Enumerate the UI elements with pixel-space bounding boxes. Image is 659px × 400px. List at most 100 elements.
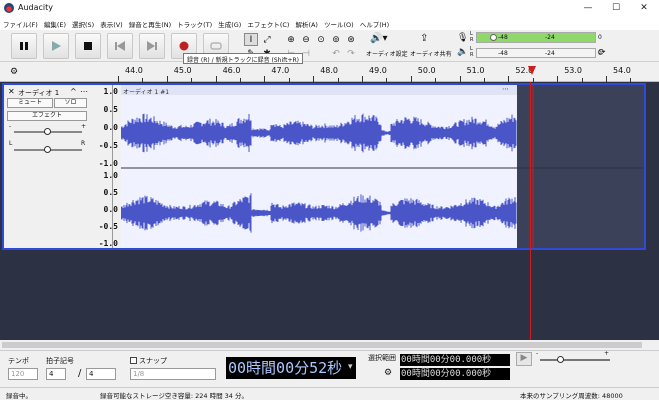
menu-tracks[interactable]: トラック(T)	[174, 17, 215, 30]
zoom-fit-icon[interactable]: ⊚	[329, 33, 343, 46]
selection-end-field[interactable]: 00時間00分00.000秒	[400, 368, 510, 380]
close-button[interactable]: ✕	[630, 0, 658, 17]
scrollbar-thumb[interactable]	[2, 342, 642, 348]
mute-button[interactable]: ミュート	[7, 98, 53, 108]
envelope-tool-icon[interactable]: ⤢	[260, 33, 274, 46]
ruler-tick-label: 45.0	[173, 66, 192, 75]
snap-label: スナップ	[139, 357, 167, 365]
time-display-dropdown-icon[interactable]: ▾	[348, 362, 353, 372]
minimize-button[interactable]: —	[574, 0, 602, 17]
pan-right-label: R	[81, 140, 86, 147]
snap-select[interactable]: 1/8	[130, 368, 216, 380]
vertical-scale-label: -0.5	[98, 141, 118, 150]
tempo-input[interactable]: 120	[8, 368, 38, 380]
stop-icon	[84, 42, 92, 50]
zoom-in-icon[interactable]: ⊕	[284, 33, 298, 46]
gain-slider-knob[interactable]	[44, 128, 51, 135]
waveform-view[interactable]	[121, 85, 644, 248]
menu-bar: ファイル(F) 編集(E) 選択(S) 表示(V) 録音と再生(N) トラック(…	[0, 17, 659, 30]
play-meter-r-label: R	[470, 52, 474, 58]
pan-left-label: L	[9, 140, 13, 147]
playhead-marker-icon[interactable]	[528, 66, 536, 75]
pause-button[interactable]	[11, 33, 37, 59]
menu-tools[interactable]: ツール(O)	[321, 17, 357, 30]
vertical-scale-label: 1.0	[103, 171, 118, 180]
vertical-scale-label: 0.0	[103, 123, 118, 132]
play-at-speed-button[interactable]: ▶	[516, 352, 532, 366]
playback-speaker-icon: 🔈	[457, 47, 469, 57]
undo-icon[interactable]: ↶	[329, 47, 343, 60]
vertical-scale-bottom: 1.0 0.5 0.0 -0.5 -1.0	[92, 169, 118, 249]
playback-meter[interactable]	[476, 48, 596, 58]
record-meter-tick: -48	[498, 34, 508, 41]
timeline-ruler[interactable]: ⚙ 44.0 45.0 46.0 47.0 48.0 49.0 50.0 51.0 52.0 53…	[0, 62, 659, 82]
playback-speed-slider[interactable]	[540, 359, 610, 361]
vertical-scale-top: 1.0 0.5 0.0 -0.5 -1.0	[92, 85, 118, 169]
time-signature-denominator[interactable]: 4	[86, 368, 116, 380]
stop-button[interactable]	[75, 33, 101, 59]
tracks-area[interactable]: ✕ オーディオ 1 ^ ⋯ ミュート ソロ エフェクト - + L R 1.0 0…	[0, 82, 659, 340]
ruler-tick-label: 53.0	[564, 66, 582, 75]
audio-track[interactable]: ✕ オーディオ 1 ^ ⋯ ミュート ソロ エフェクト - + L R 1.0 0…	[2, 83, 646, 250]
record-meter-tick: -24	[545, 34, 555, 41]
time-signature-numerator[interactable]: 4	[46, 368, 66, 380]
audio-setup-button[interactable]: オーディオ設定	[366, 49, 408, 58]
vertical-scale-label: -1.0	[98, 239, 118, 248]
record-meter-slider-knob[interactable]	[490, 34, 497, 41]
menu-view[interactable]: 表示(V)	[97, 17, 126, 30]
zoom-selection-icon[interactable]: ⊙	[314, 33, 328, 46]
record-icon	[179, 41, 189, 51]
clip-menu-icon[interactable]: ⋯	[502, 85, 509, 93]
status-text: 録音中。	[6, 392, 32, 400]
menu-help[interactable]: ヘルプ(H)	[357, 17, 392, 30]
share-audio-button[interactable]: オーディオ共有	[410, 49, 452, 58]
gain-minus-label: -	[9, 123, 12, 130]
menu-transport[interactable]: 録音と再生(N)	[126, 17, 174, 30]
skip-end-button[interactable]	[139, 33, 165, 59]
tempo-label: テンポ	[8, 357, 29, 365]
maximize-button[interactable]: ☐	[602, 0, 630, 17]
zoom-out-icon[interactable]: ⊖	[299, 33, 313, 46]
track-menu-icon[interactable]: ⋯	[80, 87, 88, 96]
track-name[interactable]: オーディオ 1	[18, 88, 59, 98]
horizontal-scrollbar[interactable]	[0, 340, 659, 350]
timeline-settings-gear-icon[interactable]: ⚙	[10, 67, 18, 77]
window-title: Audacity	[18, 3, 54, 12]
audio-setup-speaker-icon[interactable]: 🔊▾	[370, 33, 387, 44]
clip-title[interactable]: オーディオ 1 #1	[123, 87, 169, 96]
play-meter-tick: -48	[498, 50, 508, 57]
menu-file[interactable]: ファイル(F)	[0, 17, 41, 30]
selection-start-field[interactable]: 00時間00分00.000秒	[400, 354, 510, 366]
time-display[interactable]: 00時間00分52秒	[226, 357, 356, 379]
skip-start-button[interactable]	[107, 33, 133, 59]
selection-settings-gear-icon[interactable]: ⚙	[384, 368, 392, 378]
track-collapse-icon[interactable]: ^	[70, 87, 77, 96]
menu-generate[interactable]: 生成(G)	[215, 17, 244, 30]
vertical-scale-label: 1.0	[103, 87, 118, 96]
record-tooltip: 録音 (R) / 新規トラックに録音 (Shift+R)	[183, 53, 304, 64]
pan-slider-knob[interactable]	[44, 146, 51, 153]
menu-effect[interactable]: エフェクト(C)	[244, 17, 292, 30]
redo-icon[interactable]: ↷	[344, 47, 358, 60]
ruler-tick-label: 49.0	[369, 66, 387, 75]
snap-checkbox[interactable]	[130, 357, 137, 364]
play-button[interactable]	[43, 33, 69, 59]
vertical-scale-label: -1.0	[98, 159, 118, 168]
vertical-scale-label: 0.5	[103, 188, 118, 197]
effects-button[interactable]: エフェクト	[7, 111, 87, 121]
selection-tool-icon[interactable]: I	[244, 33, 258, 46]
loop-icon	[210, 42, 222, 50]
menu-edit[interactable]: 編集(E)	[41, 17, 69, 30]
playback-volume-icon[interactable]: ⟳	[598, 48, 606, 58]
menu-select[interactable]: 選択(S)	[69, 17, 97, 30]
vertical-scale-label: 0.0	[103, 205, 118, 214]
menu-analyze[interactable]: 解析(A)	[292, 17, 321, 30]
ruler-tick-label: 50.0	[417, 66, 436, 75]
solo-button[interactable]: ソロ	[54, 98, 87, 108]
share-audio-upload-icon[interactable]: ⇪	[420, 33, 428, 44]
playback-speed-knob[interactable]	[557, 356, 564, 363]
playhead-line	[530, 82, 531, 340]
zoom-toggle-icon[interactable]: ⊛	[344, 33, 358, 46]
track-close-icon[interactable]: ✕	[8, 87, 15, 96]
audacity-logo-icon	[4, 3, 14, 13]
